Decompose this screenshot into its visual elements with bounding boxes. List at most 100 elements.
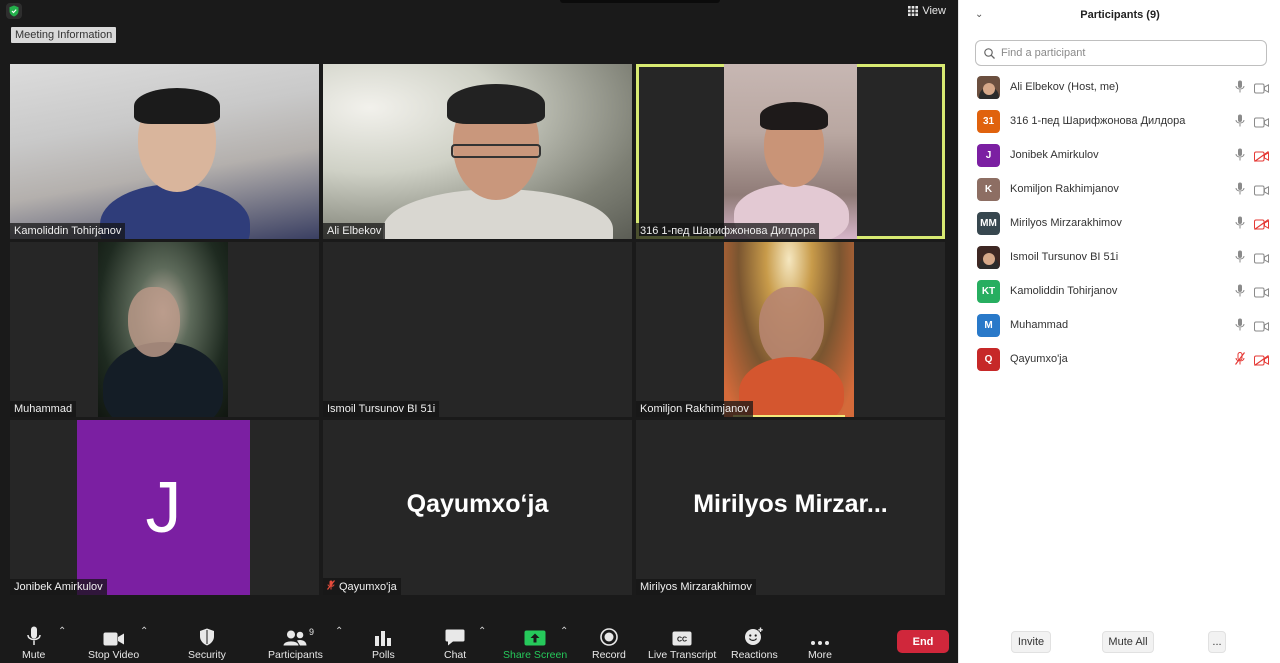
microphone-icon[interactable] bbox=[1235, 80, 1245, 98]
video-camera-icon[interactable] bbox=[1254, 251, 1269, 269]
video-tile-active-speaker[interactable]: 316 1-пед Шарифжонова Дилдора bbox=[636, 64, 945, 239]
search-icon bbox=[984, 47, 995, 59]
closed-caption-icon: CC bbox=[672, 622, 692, 646]
participant-row[interactable]: 31 316 1-пед Шарифжонова Дилдора bbox=[959, 104, 1280, 138]
mic-muted-icon bbox=[327, 580, 335, 593]
top-drag-handle[interactable] bbox=[560, 0, 720, 3]
video-tile[interactable]: Ismoil Tursunov BI 51i bbox=[323, 242, 632, 417]
tile-name-label: Muhammad bbox=[10, 401, 77, 417]
participant-avatar: K bbox=[977, 177, 1000, 201]
meeting-toolbar: Mute ⌃ Stop Video ⌃ Security Participant… bbox=[0, 612, 958, 663]
security-button[interactable]: Security bbox=[188, 622, 226, 661]
reactions-emoji-icon bbox=[744, 622, 764, 646]
video-feed bbox=[10, 64, 319, 239]
microphone-icon[interactable] bbox=[1235, 216, 1245, 234]
participant-row[interactable]: K Komiljon Rakhimjanov bbox=[959, 172, 1280, 206]
participants-options-caret-icon[interactable]: ⌃ bbox=[335, 626, 343, 637]
participant-name: Ismoil Tursunov BI 51i bbox=[1010, 251, 1119, 263]
share-screen-label: Share Screen bbox=[503, 649, 568, 661]
microphone-icon[interactable] bbox=[1235, 148, 1245, 166]
meeting-information-button[interactable]: Meeting Information bbox=[11, 27, 117, 43]
polls-icon bbox=[374, 622, 392, 646]
participant-list: Ali Elbekov (Host, me) 31 316 1-пед Шарифж… bbox=[959, 70, 1280, 376]
chat-options-caret-icon[interactable]: ⌃ bbox=[478, 626, 486, 637]
participant-name: Muhammad bbox=[1010, 319, 1069, 331]
microphone-icon[interactable] bbox=[1235, 114, 1245, 132]
encryption-shield-icon[interactable] bbox=[6, 3, 22, 19]
chat-button[interactable]: Chat bbox=[444, 622, 466, 661]
participant-avatar: KT bbox=[977, 279, 1000, 303]
participant-name: Ali Elbekov (Host, me) bbox=[1010, 81, 1119, 93]
participant-row[interactable]: M Muhammad bbox=[959, 308, 1280, 342]
video-camera-icon[interactable] bbox=[1254, 285, 1269, 303]
participants-button[interactable]: Participants bbox=[268, 622, 323, 661]
microphone-icon[interactable] bbox=[1235, 284, 1245, 302]
video-options-caret-icon[interactable]: ⌃ bbox=[140, 626, 148, 637]
share-screen-icon bbox=[524, 622, 546, 646]
stop-video-button[interactable]: Stop Video bbox=[88, 622, 139, 661]
share-screen-button[interactable]: Share Screen bbox=[503, 622, 567, 661]
polls-button[interactable]: Polls bbox=[372, 622, 395, 661]
microphone-icon[interactable] bbox=[1235, 182, 1245, 200]
video-tile[interactable]: Mirilyos Mirzar... Mirilyos Mirzarakhimo… bbox=[636, 420, 945, 595]
video-off-icon[interactable] bbox=[1254, 353, 1269, 371]
participant-row[interactable]: Q Qayumxo'ja bbox=[959, 342, 1280, 376]
tile-name-label: Ali Elbekov bbox=[323, 223, 386, 239]
video-camera-icon bbox=[103, 622, 125, 646]
meeting-area: View Meeting Information Kamoliddin Tohi… bbox=[0, 0, 958, 663]
tile-name-label: Jonibek Amirkulov bbox=[10, 579, 107, 595]
security-label: Security bbox=[188, 649, 226, 661]
participant-avatar: Q bbox=[977, 347, 1000, 371]
polls-label: Polls bbox=[372, 649, 395, 661]
participants-icon bbox=[283, 622, 307, 646]
participant-row[interactable]: Ali Elbekov (Host, me) bbox=[959, 70, 1280, 104]
invite-button[interactable]: Invite bbox=[1011, 631, 1051, 653]
view-button[interactable]: View bbox=[908, 3, 946, 19]
mic-muted-icon[interactable] bbox=[1235, 352, 1245, 370]
mute-all-button[interactable]: Mute All bbox=[1102, 631, 1154, 653]
video-tile[interactable]: J Jonibek Amirkulov bbox=[10, 420, 319, 595]
video-tile[interactable]: Komiljon Rakhimjanov bbox=[636, 242, 945, 417]
live-transcript-button[interactable]: CC Live Transcript bbox=[648, 622, 716, 661]
participant-avatar: MM bbox=[977, 211, 1000, 235]
tile-name-label: Ismoil Tursunov BI 51i bbox=[323, 401, 440, 417]
video-camera-icon[interactable] bbox=[1254, 81, 1269, 99]
end-meeting-button[interactable]: End bbox=[897, 630, 949, 653]
video-camera-icon[interactable] bbox=[1254, 183, 1269, 201]
panel-more-button[interactable]: ... bbox=[1208, 631, 1226, 653]
share-options-caret-icon[interactable]: ⌃ bbox=[560, 626, 568, 637]
chat-label: Chat bbox=[444, 649, 467, 661]
video-tile[interactable]: Ali Elbekov bbox=[323, 64, 632, 239]
participants-label: Participants bbox=[268, 649, 323, 661]
participant-row[interactable]: MM Mirilyos Mirzarakhimov bbox=[959, 206, 1280, 240]
record-button[interactable]: Record bbox=[592, 622, 626, 661]
participant-row[interactable]: J Jonibek Amirkulov bbox=[959, 138, 1280, 172]
tile-name-label: Kamoliddin Tohirjanov bbox=[10, 223, 126, 239]
participant-avatar: 31 bbox=[977, 109, 1000, 133]
video-tile[interactable]: Muhammad bbox=[10, 242, 319, 417]
avatar-tile: J bbox=[77, 420, 250, 595]
mute-button[interactable]: Mute bbox=[22, 622, 45, 661]
participants-count: 9 bbox=[309, 627, 315, 637]
participant-row[interactable]: KT Kamoliddin Tohirjanov bbox=[959, 274, 1280, 308]
video-off-icon[interactable] bbox=[1254, 149, 1269, 167]
participant-row[interactable]: Ismoil Tursunov BI 51i bbox=[959, 240, 1280, 274]
chat-icon bbox=[445, 622, 465, 646]
more-button[interactable]: More bbox=[808, 622, 832, 661]
find-participant-search[interactable] bbox=[975, 40, 1267, 66]
search-input[interactable] bbox=[1001, 47, 1241, 59]
microphone-icon[interactable] bbox=[1235, 250, 1245, 268]
reactions-button[interactable]: Reactions bbox=[731, 622, 778, 661]
microphone-icon bbox=[26, 622, 41, 646]
more-dots-icon bbox=[810, 622, 830, 646]
participant-avatar bbox=[977, 75, 1000, 99]
video-tile[interactable]: Kamoliddin Tohirjanov bbox=[10, 64, 319, 239]
participant-name: Kamoliddin Tohirjanov bbox=[1010, 285, 1118, 297]
video-camera-icon[interactable] bbox=[1254, 319, 1269, 337]
video-tile[interactable]: Qayumxo‘ja Qayumxo'ja bbox=[323, 420, 632, 595]
video-feed bbox=[724, 242, 854, 417]
video-camera-icon[interactable] bbox=[1254, 115, 1269, 133]
audio-options-caret-icon[interactable]: ⌃ bbox=[58, 626, 66, 637]
video-off-icon[interactable] bbox=[1254, 217, 1269, 235]
microphone-icon[interactable] bbox=[1235, 318, 1245, 336]
